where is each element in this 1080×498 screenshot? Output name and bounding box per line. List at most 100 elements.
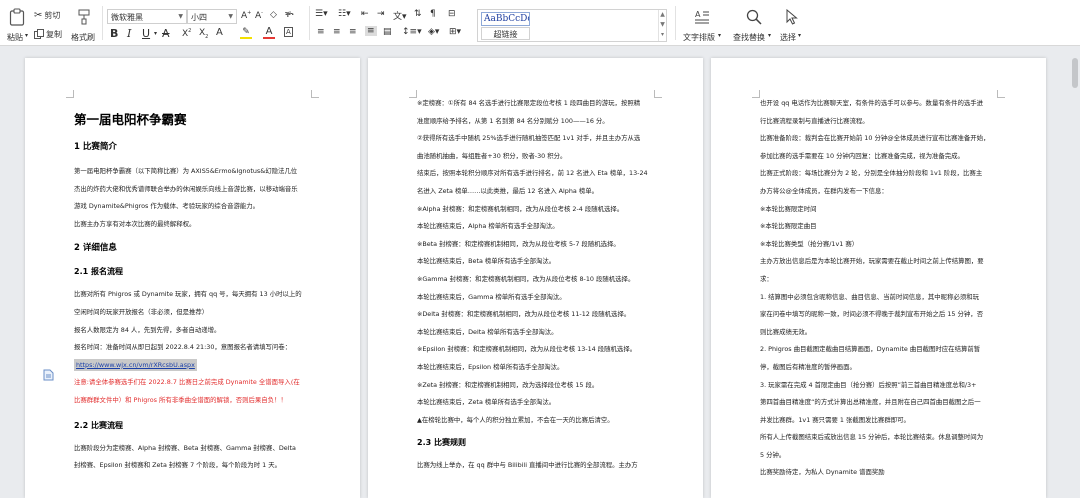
font-name-select[interactable]: 微软雅黑 ▼ (107, 9, 187, 24)
select-dropdown[interactable]: ▾ (798, 32, 801, 39)
bold-button[interactable]: B (110, 27, 118, 40)
divider (675, 6, 676, 40)
paragraph-line: 比赛奖励待定，为私人 Dynamite 谱面奖励 (760, 468, 885, 477)
underline-dropdown[interactable]: ▾ (154, 30, 157, 37)
cut-button[interactable]: ✂ 剪切 (34, 9, 60, 21)
bullets-icon[interactable]: ☰▾ (315, 9, 328, 19)
paragraph-line: 1. 结算图中必须包含昵称信息、曲目信息、当前时间信息，其中昵称必须和玩 (760, 292, 980, 301)
paragraph-line: 游戏 Dynamite&Phigros 作为载体、考验玩家的综合音游能力。 (74, 202, 260, 211)
align-left-icon[interactable]: ≡ (317, 27, 325, 37)
paragraph-line: 空闲时间的玩家开放报名（非必须，但是推荐） (74, 307, 209, 316)
cut-label: 剪切 (44, 10, 61, 20)
align-center-icon[interactable]: ≡ (333, 27, 341, 37)
paragraph-line: ②获得所有选手中随机 25%选手进行随机抽签匹配 1v1 对手，并且主办方从选 (417, 134, 641, 143)
style-hyperlink[interactable]: 超链接 (481, 27, 530, 40)
format-painter-label: 格式刷 (71, 33, 95, 42)
document-page-2: ※定榜赛：①所有 84 名选手进行比赛限定段位考核 1 段四曲目的游玩，按照精 … (368, 58, 703, 498)
paragraph-line: 本轮比赛结束后，Gamma 榜单所有选手全部淘汰。 (417, 292, 566, 301)
sort-icon[interactable]: ⇅ (414, 9, 422, 19)
document-link-icon[interactable] (43, 369, 54, 381)
numbering-icon[interactable]: ☷▾ (338, 9, 351, 19)
increase-indent-icon[interactable]: ⇥ (377, 9, 385, 19)
shrink-font-icon[interactable]: A- (255, 10, 263, 21)
borders-icon[interactable]: ⊞▾ (449, 27, 461, 37)
paragraph-line: ※Beta 封榜赛：和定榜赛机制相同，改为从段位考核 5-7 段随机选择。 (417, 239, 620, 248)
paragraph-line: 求： (760, 274, 773, 283)
copy-button[interactable]: 复制 (34, 28, 62, 40)
paragraph-line: 名进入 Zeta 榜单……以此类推，最后 12 名进入 Alpha 榜单。 (417, 186, 599, 195)
style-normal[interactable]: AaBbCcDd (481, 12, 530, 26)
document-page-3: 也开设 qq 电话作为比赛聊天室，有条件的选手可以参与。数量有条件的选手进 行比… (711, 58, 1046, 498)
font-color-bar (263, 37, 275, 39)
copy-label: 复制 (46, 29, 62, 39)
paragraph-line: 停，截图后有精准度的暂停画面。 (760, 362, 856, 371)
chinese-layout-icon[interactable]: 文▾ (393, 9, 407, 22)
underline-button[interactable]: U (142, 27, 150, 40)
subsection-heading: 2.3 比赛规则 (417, 438, 466, 448)
subscript-button[interactable]: X2 (199, 28, 208, 40)
font-name-value: 微软雅黑 (111, 13, 143, 22)
margin-mark (409, 90, 417, 98)
tab-ruler-icon[interactable]: ⊟ (448, 9, 456, 19)
paragraph-line: 比赛准备阶段：裁判会在比赛开始前 10 分钟@全体成员进行宣布比赛准备开始， (760, 134, 990, 143)
decrease-indent-icon[interactable]: ⇤ (361, 9, 369, 19)
paragraph-line: ※Zeta 封榜赛：和定榜赛机制相同，改为选择段位考核 15 段。 (417, 380, 599, 389)
paragraph-line: ※Delta 封榜赛：和定榜赛机制相同，改为从段位考核 11-12 段随机选择。 (417, 310, 631, 319)
text-layout-label: 文字排版 (683, 33, 715, 42)
ribbon-toolbar: 粘贴 ▾ ✂ 剪切 复制 格式刷 微软雅黑 ▼ 小四 ▼ A+ A- ◇ ቝ B… (0, 0, 1080, 46)
paragraph-line: 参加比赛的选手需要在 10 分钟内回复：比赛准备完成，视为准备完成。 (760, 151, 964, 160)
phonetic-guide-icon[interactable]: ቝ (285, 10, 294, 20)
justify-icon[interactable]: ≡ (365, 26, 377, 36)
paragraph-line: 本轮比赛结束后，Zeta 榜单所有选手全部淘汰。 (417, 398, 556, 407)
align-right-icon[interactable]: ≡ (349, 27, 357, 37)
clear-format-icon[interactable]: ◇ (270, 10, 277, 20)
select-button[interactable] (784, 8, 800, 26)
signup-link[interactable]: https://www.wjx.cn/vm/rXRcsbU.aspx (74, 358, 197, 371)
clipboard-icon (9, 8, 25, 26)
text-layout-dropdown[interactable]: ▾ (718, 32, 721, 39)
paragraph-line: 曲池随机抽曲，每组胜者+30 积分，败者-30 积分。 (417, 151, 567, 160)
styles-gallery: AaBbCcDd 超链接 ▲ ▼ ▾ (477, 9, 667, 42)
strikethrough-button[interactable]: A (162, 27, 170, 40)
paragraph-line: 比赛主办方享有对本次比赛的最终解释权。 (74, 219, 196, 228)
paragraph-line: 行比赛流程录制与直播进行比赛流程。 (760, 116, 869, 125)
styles-scroll[interactable]: ▲ ▼ ▾ (658, 10, 666, 41)
vertical-scrollbar-thumb[interactable] (1072, 58, 1078, 88)
paragraph-line: 封榜赛、Epsilon 封榜赛和 Zeta 封榜赛 7 个阶段，每个阶段为时 1… (74, 461, 282, 470)
margin-mark (311, 90, 319, 98)
paragraph-line: 办方将公@全体成员，在群内发布一下信息： (760, 186, 888, 195)
scissors-icon: ✂ (34, 9, 43, 21)
find-replace-button[interactable] (744, 8, 764, 26)
format-painter-button[interactable] (77, 8, 91, 26)
font-color-button[interactable]: A (263, 26, 275, 39)
superscript-button[interactable]: X2 (182, 28, 191, 39)
paste-button[interactable] (6, 6, 28, 28)
font-size-select[interactable]: 小四 ▼ (187, 9, 237, 24)
highlighter-icon: ✎ (242, 27, 250, 37)
select-label: 选择 (780, 33, 796, 42)
paragraph-line: 所有人上传截图结束后或放出信息 15 分钟后，本轮比赛结束。休息调整时间为 (760, 433, 984, 442)
paragraph-line: 本轮比赛结束后，Alpha 榜单所有选手全部淘汰。 (417, 222, 559, 231)
shading-icon[interactable]: ◈▾ (428, 27, 439, 37)
paragraph-line: 家在问卷中填写的昵称一致，时间必须不得晚于裁判宣布开始之后 15 分钟，否 (760, 310, 984, 319)
distributed-icon[interactable]: ▤ (383, 27, 392, 37)
highlight-button[interactable]: ✎ (240, 27, 252, 39)
grow-font-icon[interactable]: A+ (241, 10, 251, 21)
margin-mark (752, 90, 760, 98)
paragraph-line: ※本轮比赛限定曲目 (760, 222, 817, 231)
section-heading: 1 比赛简介 (74, 142, 117, 152)
paragraph-line: 第一届电阳杯争霸赛（以下简称比赛）为 AXIS5&Ermo&Ignotus&幻隐… (74, 167, 298, 175)
paragraph-line: 杰出的炸药大佬和优秀谱师联合举办的休闲娱乐向线上音游比赛，以移动端音乐 (74, 184, 298, 193)
paragraph-line: 3. 玩家需在完成 4 首限定曲目（抢分赛）后按照”前三首曲目精准度总和/3+ (760, 380, 977, 389)
paragraph-line: 本轮比赛结束后，Beta 榜单所有选手全部淘汰。 (417, 257, 556, 266)
chevron-down-icon: ▼ (228, 13, 233, 20)
paste-dropdown-arrow[interactable]: ▾ (25, 32, 28, 39)
find-replace-dropdown[interactable]: ▾ (768, 32, 771, 39)
character-border-button[interactable]: A (284, 27, 293, 37)
line-spacing-icon[interactable]: ↕≡▾ (402, 27, 422, 37)
show-marks-icon[interactable]: ¶ (430, 9, 436, 19)
text-layout-button[interactable]: A (692, 8, 712, 26)
italic-button[interactable]: I (127, 27, 131, 40)
paragraph-line: ※Gamma 封榜赛：和定榜赛机制相同，改为从段位考核 8-10 段随机选择。 (417, 274, 635, 283)
text-effects-button[interactable]: A (216, 27, 223, 38)
